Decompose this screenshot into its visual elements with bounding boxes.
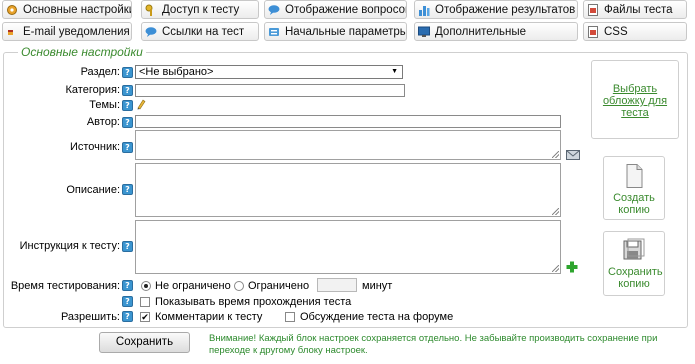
tab-label: Отображение вопросов — [285, 3, 407, 16]
tab-css[interactable]: CSS — [583, 22, 687, 41]
monitor-icon — [418, 26, 430, 38]
source-textarea[interactable] — [135, 130, 561, 160]
cover-box[interactable]: Выбрать обложку для теста — [591, 60, 679, 139]
time-limited-radio[interactable] — [234, 281, 244, 291]
instruction-label: Инструкция к тесту: — [19, 240, 120, 252]
tab-label: Отображение результатов — [435, 3, 576, 16]
author-label: Автор: — [86, 116, 120, 128]
css-icon — [587, 25, 599, 38]
tab-label: Доступ к тесту — [162, 3, 240, 16]
section-select[interactable]: <Не выбрано> ▼ — [135, 65, 403, 79]
section-title: Основные настройки — [18, 45, 146, 59]
allow-comments-checkbox[interactable]: ✔ — [140, 312, 150, 322]
key-icon — [145, 4, 157, 16]
help-icon[interactable]: ? — [122, 296, 133, 307]
help-icon[interactable]: ? — [122, 241, 133, 252]
link-icon — [145, 26, 157, 38]
mail-icon — [6, 26, 18, 38]
allow-forum-checkbox[interactable] — [285, 312, 295, 322]
help-icon[interactable]: ? — [122, 67, 133, 78]
create-copy-label: Создать копию — [613, 192, 655, 216]
floppy-disk-icon — [623, 238, 645, 262]
section-select-value: <Не выбрано> — [139, 66, 214, 78]
envelope-icon[interactable] — [566, 150, 580, 160]
author-input[interactable] — [135, 115, 561, 128]
sliders-icon — [268, 26, 280, 38]
tab-results-display[interactable]: Отображение результатов — [414, 0, 578, 19]
help-icon[interactable]: ? — [122, 142, 133, 153]
show-time-checkbox[interactable] — [140, 297, 150, 307]
tab-label: Ссылки на тест — [162, 25, 245, 38]
help-icon[interactable]: ? — [122, 117, 133, 128]
tab-label: CSS — [604, 25, 628, 38]
save-warning: Внимание! Каждый блок настроек сохраняет… — [209, 333, 658, 356]
plus-icon[interactable] — [566, 261, 578, 273]
allow-forum-label: Обсуждение теста на форуме — [300, 311, 454, 323]
tab-test-access[interactable]: Доступ к тесту — [141, 0, 259, 19]
description-label: Описание: — [66, 184, 120, 196]
time-label: Время тестирования: — [10, 280, 120, 292]
time-limited-label: Ограничено — [248, 280, 310, 292]
tab-label: Дополнительные — [435, 25, 527, 38]
tab-email-notifications[interactable]: E-mail уведомления — [2, 22, 132, 41]
allow-label: Разрешить: — [60, 311, 120, 323]
gear-icon — [6, 4, 18, 16]
tab-test-links[interactable]: Ссылки на тест — [141, 22, 259, 41]
tab-label: Основные настройки — [23, 3, 132, 16]
help-icon[interactable]: ? — [122, 100, 133, 111]
resize-grip[interactable] — [552, 151, 559, 158]
source-label: Источник: — [69, 141, 120, 153]
dropdown-arrow-icon: ▼ — [391, 68, 398, 75]
category-label: Категория: — [65, 84, 120, 96]
choose-cover-link[interactable]: Выбрать обложку для теста — [598, 83, 672, 119]
section-label: Раздел: — [80, 66, 120, 78]
time-unlimited-radio[interactable] — [141, 281, 151, 291]
tab-label: E-mail уведомления — [23, 25, 130, 38]
save-copy-button[interactable]: Сохранить копию — [603, 231, 665, 296]
topics-label: Темы: — [89, 99, 120, 111]
help-icon[interactable]: ? — [122, 280, 133, 291]
time-minutes-input[interactable] — [317, 278, 357, 292]
create-copy-button[interactable]: Создать копию — [603, 156, 665, 220]
tab-additional[interactable]: Дополнительные — [414, 22, 578, 41]
save-button[interactable]: Сохранить — [99, 332, 190, 353]
show-time-label: Показывать время прохождения теста — [155, 296, 352, 308]
tab-label: Файлы теста — [604, 3, 673, 16]
instruction-textarea[interactable] — [135, 220, 561, 274]
save-copy-label: Сохранить копию — [608, 266, 663, 290]
document-icon — [624, 163, 644, 189]
help-icon[interactable]: ? — [122, 311, 133, 322]
tab-basic-settings[interactable]: Основные настройки — [2, 0, 132, 19]
bar-chart-icon — [418, 4, 430, 16]
description-textarea[interactable] — [135, 163, 561, 217]
category-input[interactable] — [135, 84, 405, 97]
speech-bubble-icon — [268, 4, 280, 16]
tab-questions-display[interactable]: Отображение вопросов — [264, 0, 407, 19]
resize-grip[interactable] — [552, 208, 559, 215]
allow-comments-label: Комментарии к тесту — [155, 311, 263, 323]
resize-grip[interactable] — [552, 265, 559, 272]
file-icon — [587, 3, 599, 16]
help-icon[interactable]: ? — [122, 184, 133, 195]
tab-label: Начальные параметры — [285, 25, 407, 38]
tab-initial-parameters[interactable]: Начальные параметры — [264, 22, 407, 41]
pencil-icon[interactable] — [136, 98, 146, 110]
time-unlimited-label: Не ограничено — [155, 280, 231, 292]
help-icon[interactable]: ? — [122, 85, 133, 96]
time-unit-label: минут — [362, 280, 393, 292]
tab-test-files[interactable]: Файлы теста — [583, 0, 687, 19]
